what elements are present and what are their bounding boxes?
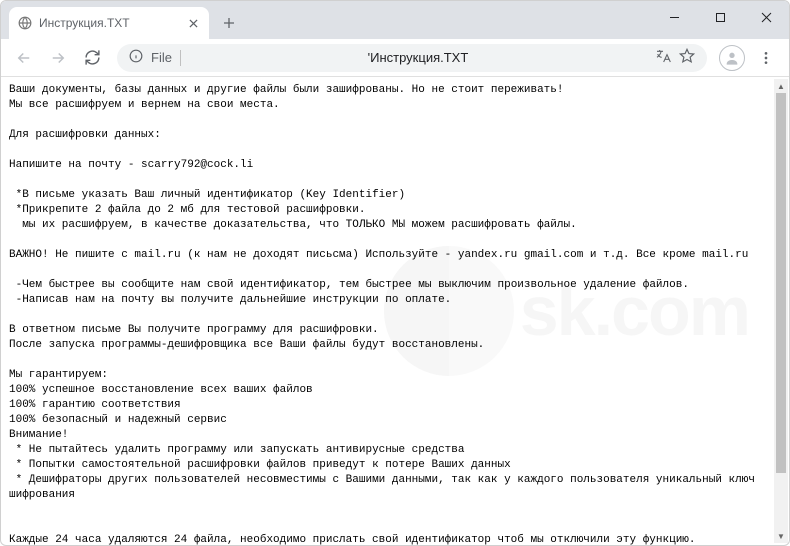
forward-button[interactable] bbox=[43, 43, 73, 73]
tab-close-button[interactable] bbox=[185, 15, 201, 31]
vertical-scrollbar[interactable]: ▲ ▼ bbox=[774, 79, 788, 543]
info-icon bbox=[129, 49, 143, 66]
content-area: sk.com Ваши документы, базы данных и дру… bbox=[1, 77, 789, 545]
scroll-down-arrow[interactable]: ▼ bbox=[774, 529, 788, 543]
tab-title: Инструкция.TXT bbox=[39, 16, 179, 30]
scroll-up-arrow[interactable]: ▲ bbox=[774, 79, 788, 93]
menu-button[interactable] bbox=[751, 43, 781, 73]
browser-window: Инструкция.TXT bbox=[0, 0, 790, 546]
toolbar: File 'Инструкция.TXT bbox=[1, 39, 789, 77]
separator bbox=[180, 50, 181, 66]
file-scheme-label: File bbox=[151, 50, 172, 65]
window-controls bbox=[651, 1, 789, 33]
maximize-button[interactable] bbox=[697, 1, 743, 33]
new-tab-button[interactable] bbox=[215, 9, 243, 37]
scroll-thumb[interactable] bbox=[776, 93, 786, 473]
star-icon[interactable] bbox=[679, 48, 695, 67]
translate-icon[interactable] bbox=[655, 48, 671, 67]
titlebar: Инструкция.TXT bbox=[1, 1, 789, 39]
close-button[interactable] bbox=[743, 1, 789, 33]
profile-button[interactable] bbox=[717, 43, 747, 73]
url-text: 'Инструкция.TXT bbox=[189, 50, 647, 65]
minimize-button[interactable] bbox=[651, 1, 697, 33]
globe-icon bbox=[17, 15, 33, 31]
text-content: Ваши документы, базы данных и другие фай… bbox=[1, 77, 789, 545]
back-button[interactable] bbox=[9, 43, 39, 73]
browser-tab[interactable]: Инструкция.TXT bbox=[9, 7, 209, 39]
reload-button[interactable] bbox=[77, 43, 107, 73]
address-bar[interactable]: File 'Инструкция.TXT bbox=[117, 44, 707, 72]
